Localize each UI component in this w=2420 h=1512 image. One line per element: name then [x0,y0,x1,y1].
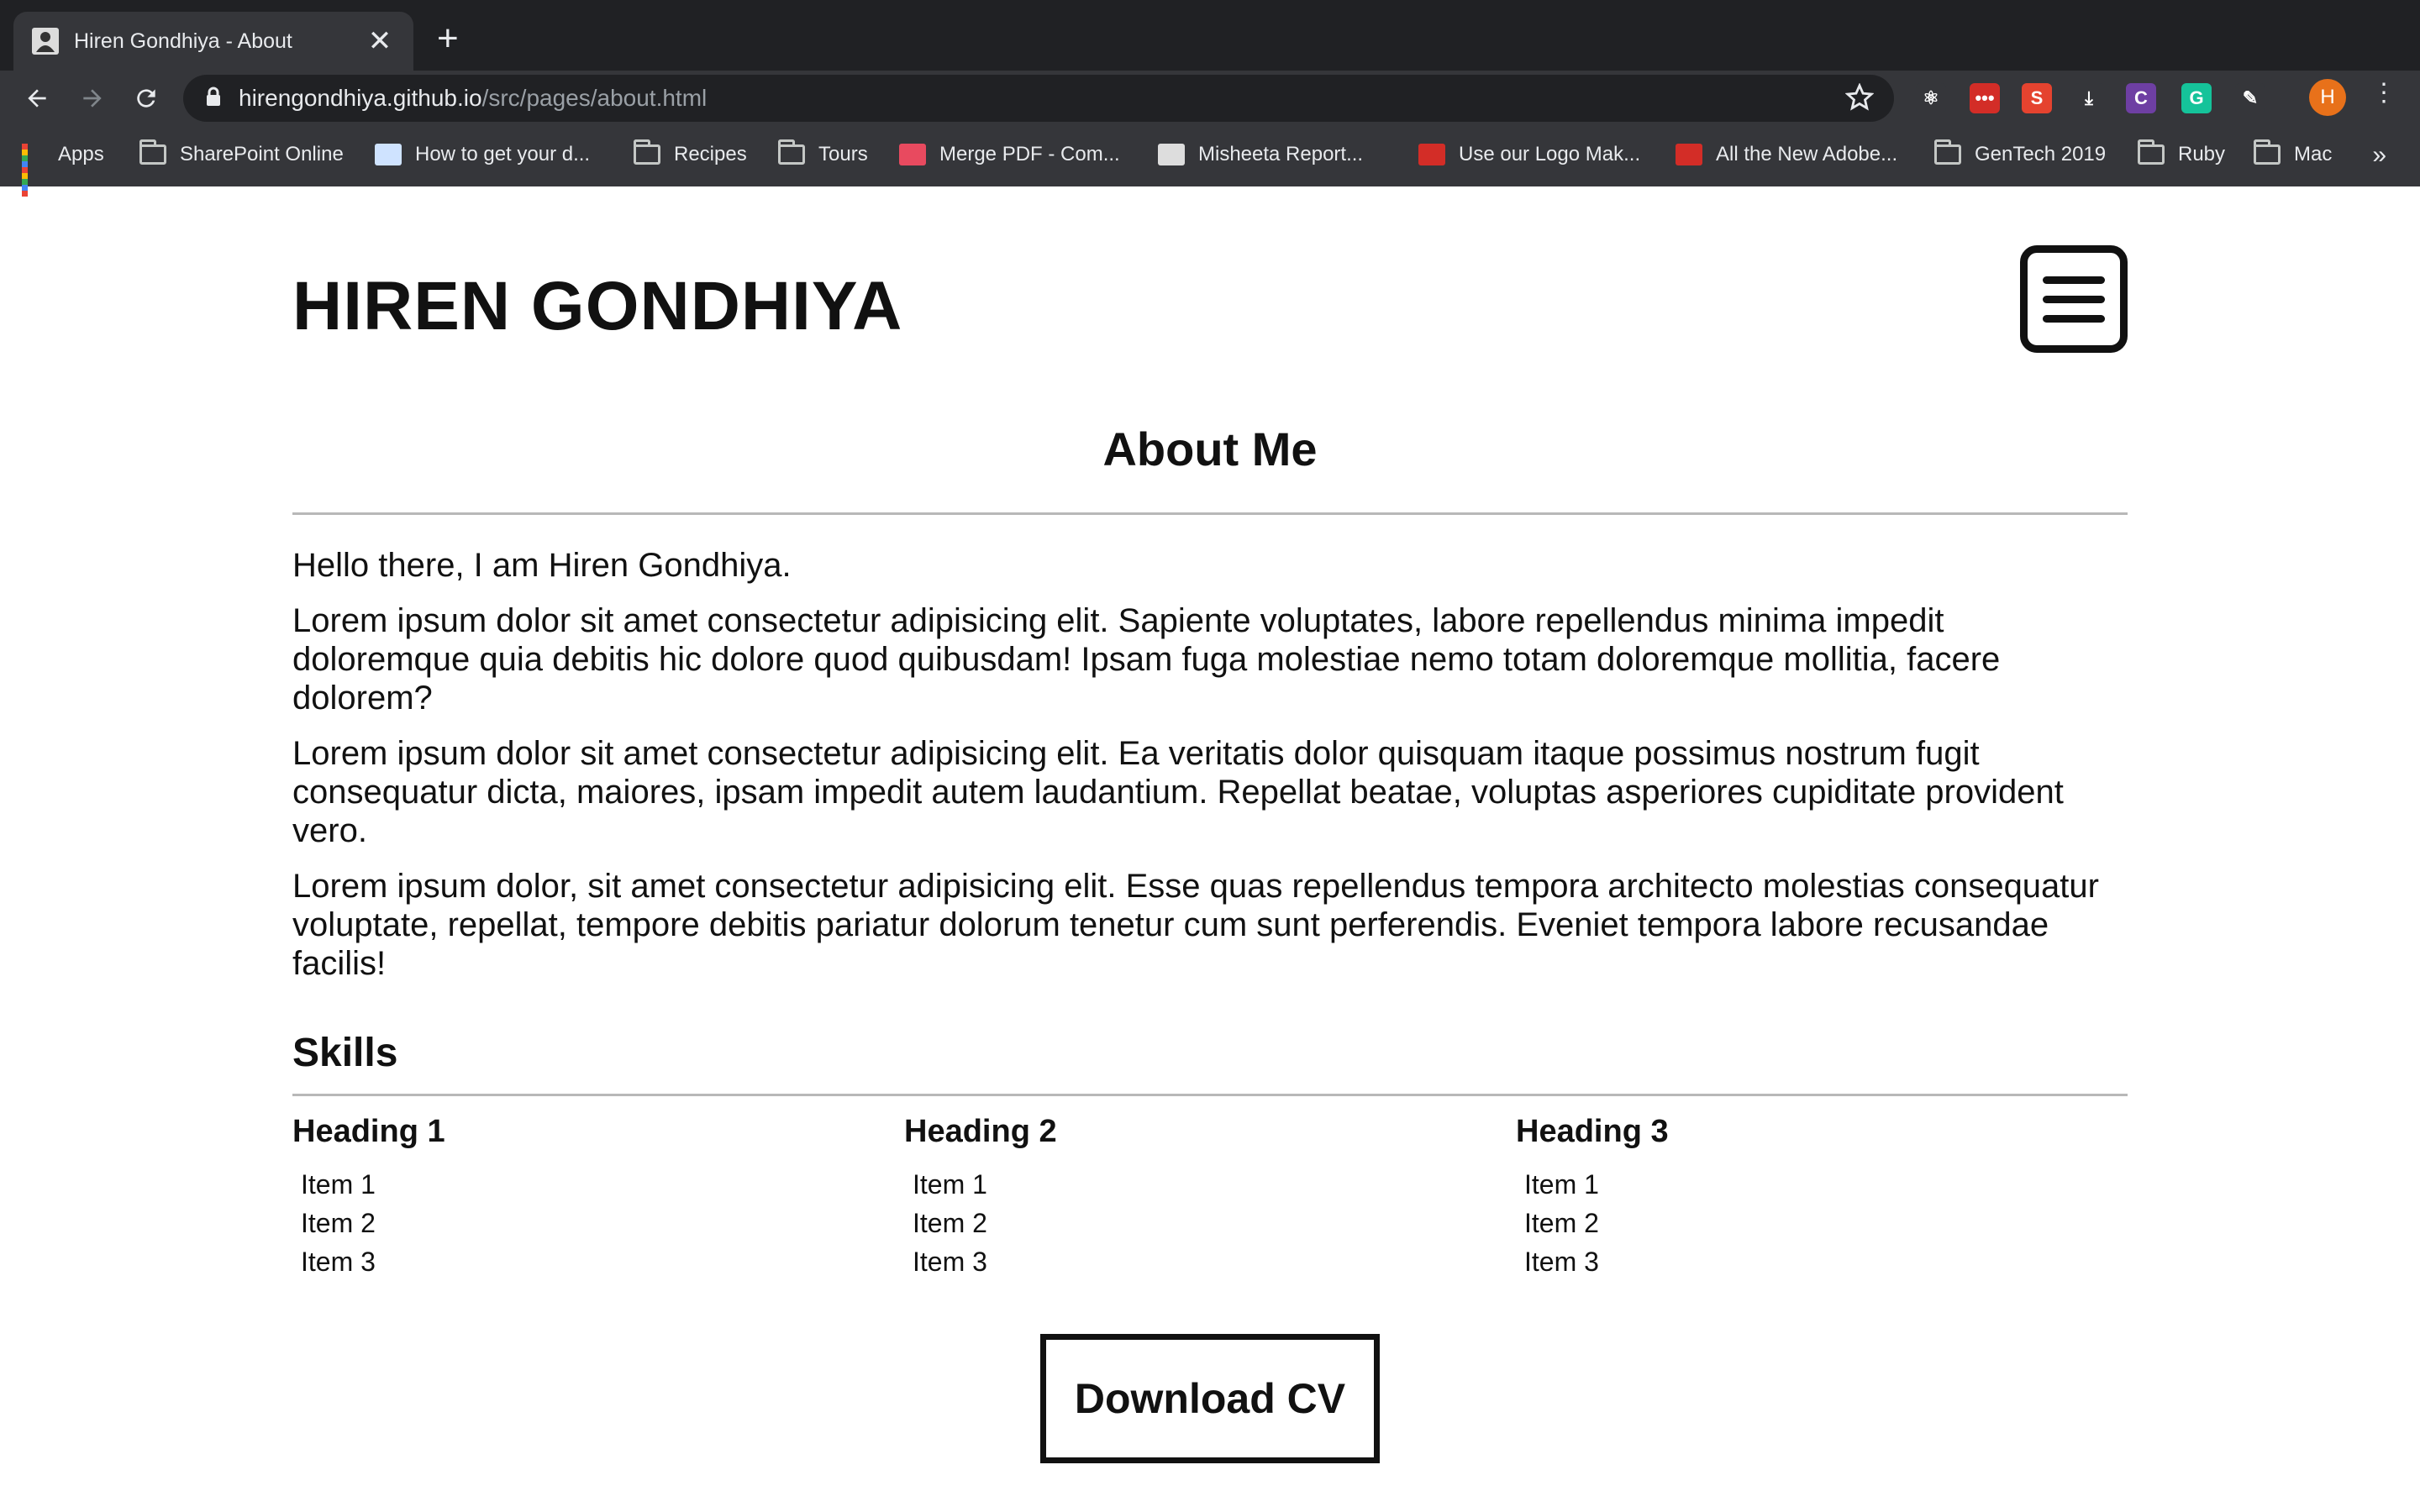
list-item: Item 3 [1524,1247,1599,1277]
url-domain: hirengondhiya.github.io [239,85,482,111]
folder-icon [634,139,660,165]
bookmark-item[interactable]: Recipes [634,139,747,166]
bookmark-label: Misheeta Report... [1198,143,1364,165]
close-icon[interactable]: ✕ [365,27,395,55]
about-paragraphs: Hello there, I am Hiren Gondhiya. Lorem … [292,546,2128,1000]
bookmark-label: SharePoint Online [180,143,344,165]
bookmark-label: GenTech 2019 [1975,143,2107,165]
p-icon [1676,144,1702,165]
skills-list: Item 1 Item 2 Item 3 [1516,1165,2128,1281]
bookmark-item[interactable]: Misheeta Report... [1158,143,1363,166]
folder-icon [139,139,166,165]
bookmark-label: Ruby [2178,143,2226,165]
menu-dots-icon[interactable]: ⋮ [2371,81,2396,106]
url-path: /src/pages/about.html [481,85,708,111]
url-text: hirengondhiya.github.io/src/pages/about.… [239,85,707,112]
pdf-merge-icon [899,144,926,165]
bookmark-label: Mac [2294,143,2333,165]
page-icon [375,144,402,165]
color-picker-icon[interactable]: ✎ [2235,83,2265,113]
bookmark-label: Use our Logo Mak... [1459,143,1641,165]
grammarly-icon[interactable]: G [2181,83,2212,113]
skills-column-heading: Heading 1 [292,1114,445,1149]
bookmark-label: Tours [818,143,868,165]
bookmark-label: How to get your d... [415,143,591,165]
list-item: Item 1 [913,1169,987,1200]
about-paragraph: Lorem ipsum dolor sit amet consectetur a… [292,735,2064,849]
forward-icon[interactable] [69,75,116,122]
about-paragraph: Lorem ipsum dolor, sit amet consectetur … [292,868,2099,982]
about-divider [292,512,2128,515]
about-paragraph: Hello there, I am Hiren Gondhiya. [292,547,792,584]
download-icon[interactable]: ⤓ [2074,83,2104,113]
skills-column-heading: Heading 3 [1516,1114,1669,1149]
folder-icon [2254,139,2281,165]
browser-chrome: Hiren Gondhiya - About ✕ + hirengondhiya… [0,0,2420,197]
report-icon [1158,144,1185,165]
about-heading: About Me [1102,423,1318,475]
folder-icon [2138,139,2165,165]
skills-list: Item 1 Item 2 Item 3 [292,1165,904,1281]
more-bookmarks-icon[interactable]: » [2372,141,2386,170]
about-paragraph: Lorem ipsum dolor sit amet consectetur a… [292,602,2001,717]
s-extension-icon[interactable]: S [2022,83,2052,113]
toolbar: hirengondhiya.github.io/src/pages/about.… [0,71,2420,126]
new-tab-button[interactable]: + [437,20,459,57]
bookmarks-bar: Mac Ruby GenTech 2019 All the New Adobe... U… [0,126,2420,197]
bookmark-item[interactable]: SharePoint Online [139,139,344,166]
skills-list: Item 1 Item 2 Item 3 [904,1165,1516,1281]
bookmark-label: Recipes [674,143,747,165]
page-content: HIREN GONDHIYA About Me Hello there, I a… [0,186,2420,1512]
lastpass-icon[interactable]: ••• [1970,83,2000,113]
skills-columns: Heading 1 Item 1 Item 2 Item 3 Heading 2… [292,1114,2128,1281]
bookmark-item[interactable]: Apps [22,143,104,197]
lock-icon [205,87,222,111]
folder-icon [1934,139,1961,165]
bookmark-item[interactable]: Ruby [2138,139,2226,166]
skills-column-heading: Heading 2 [904,1114,1057,1149]
c-extension-icon[interactable]: C [2126,83,2156,113]
apps-grid-icon [22,143,45,197]
tab-title: Hiren Gondhiya - About [74,29,292,53]
skills-column: Heading 1 Item 1 Item 2 Item 3 [292,1114,904,1281]
list-item: Item 1 [1524,1169,1599,1200]
bookmark-item[interactable]: Mac [2254,139,2333,166]
bookmark-star-icon[interactable] [1844,82,1875,116]
profile-avatar[interactable]: H [2309,79,2346,116]
react-devtools-icon[interactable]: ⚛ [1916,83,1946,113]
list-item: Item 3 [913,1247,987,1277]
bookmark-item[interactable]: GenTech 2019 [1934,139,2107,166]
skills-column: Heading 3 Item 1 Item 2 Item 3 [1516,1114,2128,1281]
skills-divider [292,1094,2128,1096]
bookmark-item[interactable]: Use our Logo Mak... [1418,143,1640,166]
tab-about[interactable]: Hiren Gondhiya - About ✕ [13,12,413,71]
back-icon[interactable] [13,75,60,122]
bookmark-label: Apps [58,143,104,165]
bookmark-label: All the New Adobe... [1716,143,1898,165]
list-item: Item 2 [913,1208,987,1238]
bookmark-item[interactable]: How to get your d... [375,143,590,166]
bookmark-item[interactable]: Merge PDF - Com... [899,143,1120,166]
logo-maker-icon [1418,144,1445,165]
list-item: Item 2 [1524,1208,1599,1238]
list-item: Item 3 [301,1247,376,1277]
skills-heading: Skills [292,1031,398,1075]
reload-icon[interactable] [123,75,170,122]
profile-photo-favicon-icon [32,28,59,55]
download-cv-button[interactable]: Download CV [1040,1334,1380,1463]
bookmark-item[interactable]: Tours [778,139,868,166]
bookmark-item[interactable]: All the New Adobe... [1676,143,1897,166]
address-bar[interactable]: hirengondhiya.github.io/src/pages/about.… [183,75,1894,122]
bookmark-label: Merge PDF - Com... [939,143,1120,165]
skills-column: Heading 2 Item 1 Item 2 Item 3 [904,1114,1516,1281]
folder-icon [778,139,805,165]
tab-strip: Hiren Gondhiya - About ✕ + [0,0,2420,71]
hamburger-menu-icon[interactable] [2020,245,2128,353]
site-title[interactable]: HIREN GONDHIYA [292,267,902,346]
list-item: Item 2 [301,1208,376,1238]
list-item: Item 1 [301,1169,376,1200]
